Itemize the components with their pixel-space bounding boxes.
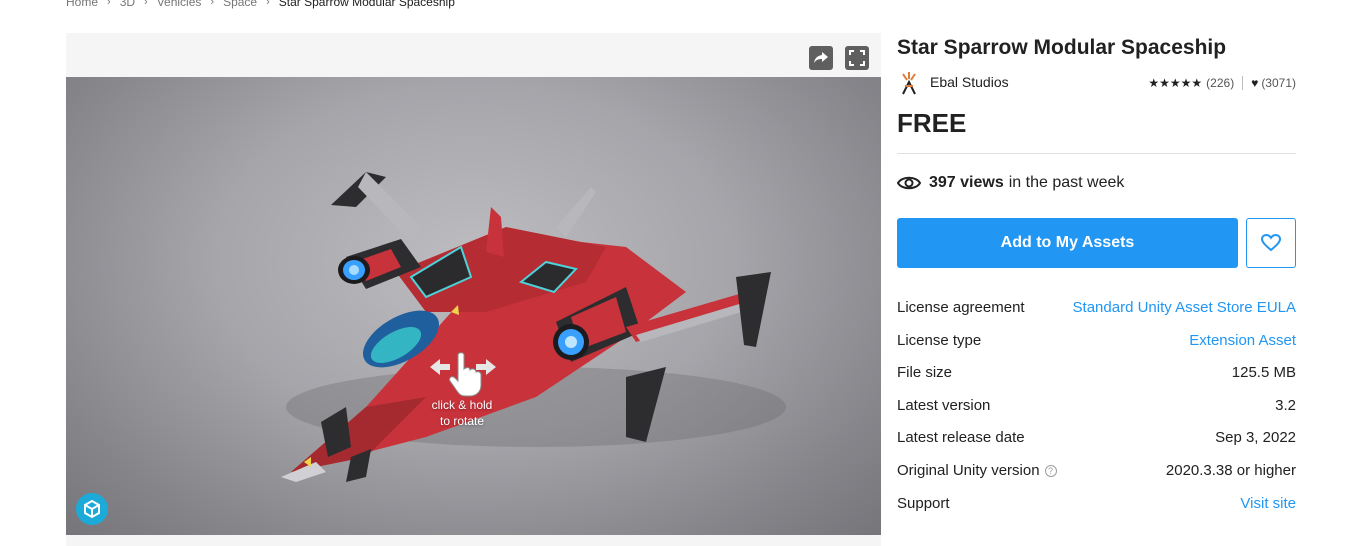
hand-cursor-icon [430,352,496,397]
rotate-hint-line1: click & hold [431,398,493,412]
spaceship-model-image [281,172,786,482]
detail-row-support: Support Visit site [897,491,1296,524]
publisher-name-link[interactable]: Ebal Studios [930,74,1009,90]
add-to-favorites-button[interactable] [1246,218,1296,268]
divider [897,153,1296,154]
eye-icon [897,176,921,190]
license-agreement-link[interactable]: Standard Unity Asset Store EULA [1073,299,1296,316]
fullscreen-button[interactable] [845,46,869,70]
fullscreen-icon [849,50,865,66]
share-arrow-icon [814,52,828,63]
share-button[interactable] [809,46,833,70]
chevron-right-icon: › [107,0,111,8]
detail-label: License type [897,331,982,349]
latest-version-value: 3.2 [1275,396,1296,414]
viewer-canvas[interactable]: click & hold to rotate [66,77,881,535]
sketchfab-logo-icon[interactable] [76,493,108,525]
detail-label: Latest version [897,396,991,414]
detail-label: File size [897,364,953,382]
heart-outline-icon [1261,234,1281,252]
detail-label-with-help: Original Unity version? [897,462,1057,479]
unity-version-value: 2020.3.38 or higher [1165,461,1296,479]
visit-site-link[interactable]: Visit site [1240,495,1296,512]
cube-icon [84,499,100,519]
model-viewer[interactable]: click & hold to rotate [66,33,881,546]
views-suffix: in the past week [1008,174,1125,191]
detail-row-file-size: File size 125.5 MB [897,360,1296,393]
add-to-my-assets-button[interactable]: Add to My Assets [897,218,1238,268]
license-type-link[interactable]: Extension Asset [1189,332,1296,349]
detail-label: Support [897,494,950,512]
viewer-bottom-bar [66,535,881,546]
detail-row-license-type: License type Extension Asset [897,328,1296,361]
detail-row-license-agreement: License agreement Standard Unity Asset S… [897,295,1296,328]
detail-label: Latest release date [897,429,1025,447]
breadcrumb-current: Star Sparrow Modular Spaceship [278,0,455,9]
detail-row-latest-version: Latest version 3.2 [897,393,1296,426]
breadcrumb-3d[interactable]: 3D [120,0,135,9]
help-icon[interactable]: ? [1044,464,1057,477]
breadcrumb-vehicles[interactable]: Vehicles [157,0,202,9]
detail-row-unity-version: Original Unity version? 2020.3.38 or hig… [897,458,1296,491]
views-count: 397 views [929,174,1004,191]
chevron-right-icon: › [210,0,215,8]
breadcrumb-space[interactable]: Space [223,0,257,9]
detail-label: Original Unity version [897,461,1040,479]
favorites-count: (3071) [1261,76,1296,90]
breadcrumb: Home › 3D › Vehicles › Space › Star Spar… [66,0,455,10]
purchase-actions: Add to My Assets [897,218,1296,268]
views-stat: 397 views in the past week [897,173,1296,193]
rotate-hint-line2: to rotate [439,414,485,428]
asset-details-table: License agreement Standard Unity Asset S… [897,295,1296,523]
release-date-value: Sep 3, 2022 [1215,429,1296,447]
rating-summary[interactable]: ★★★★★ (226) ♥ (3071) [1148,76,1296,90]
star-rating-icon: ★★★★★ [1148,76,1203,90]
detail-row-release-date: Latest release date Sep 3, 2022 [897,425,1296,458]
chevron-right-icon: › [144,0,148,8]
breadcrumb-home[interactable]: Home [66,0,98,9]
product-info-panel: Star Sparrow Modular Spaceship Ebal Stud… [897,33,1296,523]
chevron-right-icon: › [266,0,270,8]
heart-filled-icon: ♥ [1251,76,1259,90]
viewer-toolbar [66,33,881,77]
rating-divider [1242,76,1244,90]
rating-count: (226) [1206,76,1235,90]
detail-label: License agreement [897,299,1025,316]
publisher-row: Ebal Studios ★★★★★ (226) ♥ (3071) [897,70,1296,100]
product-title: Star Sparrow Modular Spaceship [897,36,1227,59]
rotate-hint-text: click & hold to rotate [422,397,502,429]
file-size-value: 125.5 MB [1231,364,1296,382]
price: FREE [897,108,967,138]
publisher-logo[interactable] [899,70,919,96]
